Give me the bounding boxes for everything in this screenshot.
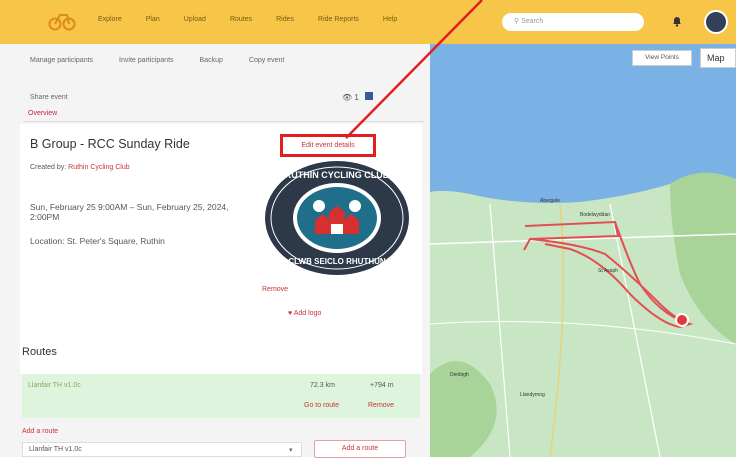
nav-routes[interactable]: Routes	[230, 16, 252, 23]
created-by: Created by: Ruthin Cycling Club	[30, 164, 130, 171]
avatar[interactable]	[704, 10, 728, 34]
manage-participants-link[interactable]: Manage participants	[30, 57, 93, 64]
share-icons: 👁 1	[342, 92, 374, 102]
map-view[interactable]: Abergele Bodelwyddan St Asaph Llandyrnog…	[430, 44, 736, 457]
map-label-denbigh: Denbigh	[450, 372, 469, 378]
event-subnav: Manage participants Invite participants …	[30, 57, 310, 64]
search-placeholder: Search	[521, 18, 544, 25]
nav-rides[interactable]: Rides	[276, 16, 294, 23]
logo-text-bottom: CLWB SEICLO RHUTHUN	[288, 257, 386, 266]
facebook-icon[interactable]	[365, 92, 374, 100]
map-label-bodelwyddan: Bodelwyddan	[580, 212, 610, 218]
top-bar: Explore Plan Upload Routes Rides Ride Re…	[0, 0, 736, 44]
tab-overview[interactable]: Overview	[28, 110, 57, 117]
remove-route-link[interactable]: Remove	[368, 402, 394, 409]
view-points-button[interactable]: View Points	[632, 50, 692, 66]
remove-logo-link[interactable]: Remove	[262, 286, 288, 293]
event-card: B Group - RCC Sunday Ride Created by: Ru…	[20, 124, 422, 374]
map-type-button[interactable]: Map	[700, 48, 736, 68]
route-select[interactable]: Llanfair TH v1.0c ▾	[22, 442, 302, 457]
nav-ride-reports[interactable]: Ride Reports	[318, 16, 359, 23]
add-route-link[interactable]: Add a route	[22, 428, 58, 435]
event-dates: Sun, February 25 9:00AM – Sun, February …	[30, 202, 229, 222]
club-logo: RUTHIN CYCLING CLUB CLWB SEICLO RHUTHUN	[265, 161, 409, 275]
main-nav: Explore Plan Upload Routes Rides Ride Re…	[98, 16, 421, 23]
nav-help[interactable]: Help	[383, 16, 397, 23]
route-name[interactable]: Llanfair TH v1.0c	[28, 382, 81, 389]
created-by-prefix: Created by:	[30, 164, 67, 171]
search-input[interactable]: ⚲ Search	[502, 13, 644, 31]
bell-icon[interactable]	[672, 16, 682, 27]
search-icon: ⚲	[514, 18, 520, 25]
share-event-label[interactable]: Share event	[30, 94, 68, 101]
route-elevation: +794 m	[370, 382, 394, 389]
club-link[interactable]: Ruthin Cycling Club	[68, 164, 129, 171]
nav-explore[interactable]: Explore	[98, 16, 122, 23]
logo-text-top: RUTHIN CYCLING CLUB	[285, 170, 390, 180]
map-label-llandyrnog: Llandyrnog	[520, 392, 545, 398]
eye-icon[interactable]: 👁	[342, 93, 352, 102]
route-select-value: Llanfair TH v1.0c	[29, 446, 82, 453]
map-canvas[interactable]: Abergele Bodelwyddan St Asaph Llandyrnog…	[430, 44, 736, 457]
route-row: Llanfair TH v1.0c 72.3 km +794 m Go to r…	[22, 374, 420, 418]
nav-plan[interactable]: Plan	[146, 16, 160, 23]
add-route-button[interactable]: Add a route	[314, 440, 406, 458]
invite-participants-link[interactable]: Invite participants	[119, 57, 173, 64]
copy-event-link[interactable]: Copy event	[249, 57, 284, 64]
map-label-abergele: Abergele	[540, 198, 560, 204]
go-to-route-link[interactable]: Go to route	[304, 402, 339, 409]
add-logo-link[interactable]: ♥ Add logo	[288, 310, 321, 317]
add-logo-label: Add logo	[293, 310, 322, 317]
event-panel: Manage participants Invite participants …	[0, 44, 430, 458]
map-label-st-asaph: St Asaph	[598, 268, 618, 274]
event-location: Location: St. Peter's Square, Ruthin	[30, 236, 165, 246]
bike-logo-icon[interactable]	[48, 10, 76, 32]
nav-upload[interactable]: Upload	[184, 16, 206, 23]
routes-heading: Routes	[22, 346, 57, 358]
backup-link[interactable]: Backup	[200, 57, 223, 64]
edit-event-details-button[interactable]: Edit event details	[280, 134, 376, 157]
tab-bar: Overview	[24, 108, 424, 122]
event-title: B Group - RCC Sunday Ride	[30, 137, 190, 151]
chevron-down-icon: ▾	[289, 447, 293, 454]
route-distance: 72.3 km	[310, 382, 335, 389]
view-count: 1	[354, 93, 359, 102]
